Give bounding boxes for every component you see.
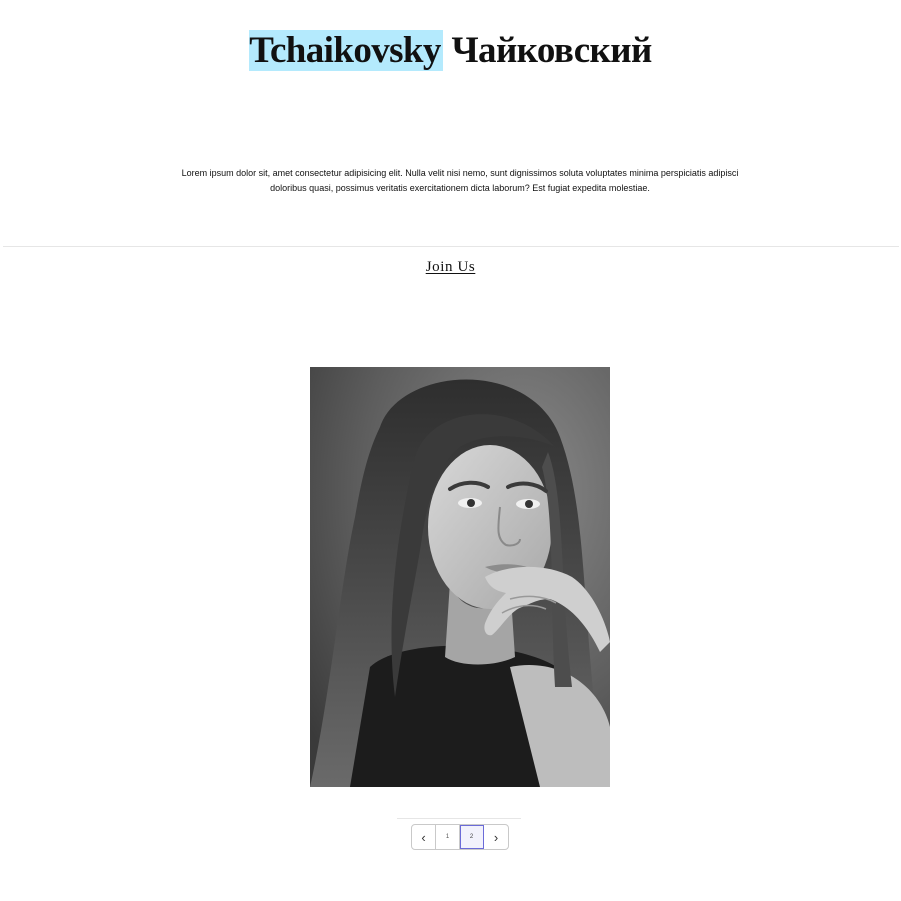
join-section: Join Us: [0, 256, 901, 278]
page-2-button[interactable]: 2: [460, 825, 484, 849]
pagination: ‹ 1 2 ›: [411, 824, 509, 850]
next-page-button[interactable]: ›: [484, 825, 508, 849]
pagination-divider: [397, 818, 521, 819]
intro-paragraph: Lorem ipsum dolor sit, amet consectetur …: [181, 168, 739, 193]
chevron-right-icon: ›: [493, 829, 499, 845]
title-highlight: Tchaikovsky: [249, 30, 443, 71]
page-1-button[interactable]: 1: [436, 825, 460, 849]
page-title: Tchaikovsky Чайковский: [0, 26, 901, 76]
join-us-link[interactable]: Join Us: [426, 259, 476, 275]
title-russian: Чайковский: [451, 30, 652, 71]
prev-page-button[interactable]: ‹: [412, 825, 436, 849]
portrait-image: [310, 367, 610, 787]
chevron-left-icon: ‹: [421, 829, 426, 845]
section-divider: [3, 246, 899, 247]
portrait-photo: [310, 367, 610, 787]
